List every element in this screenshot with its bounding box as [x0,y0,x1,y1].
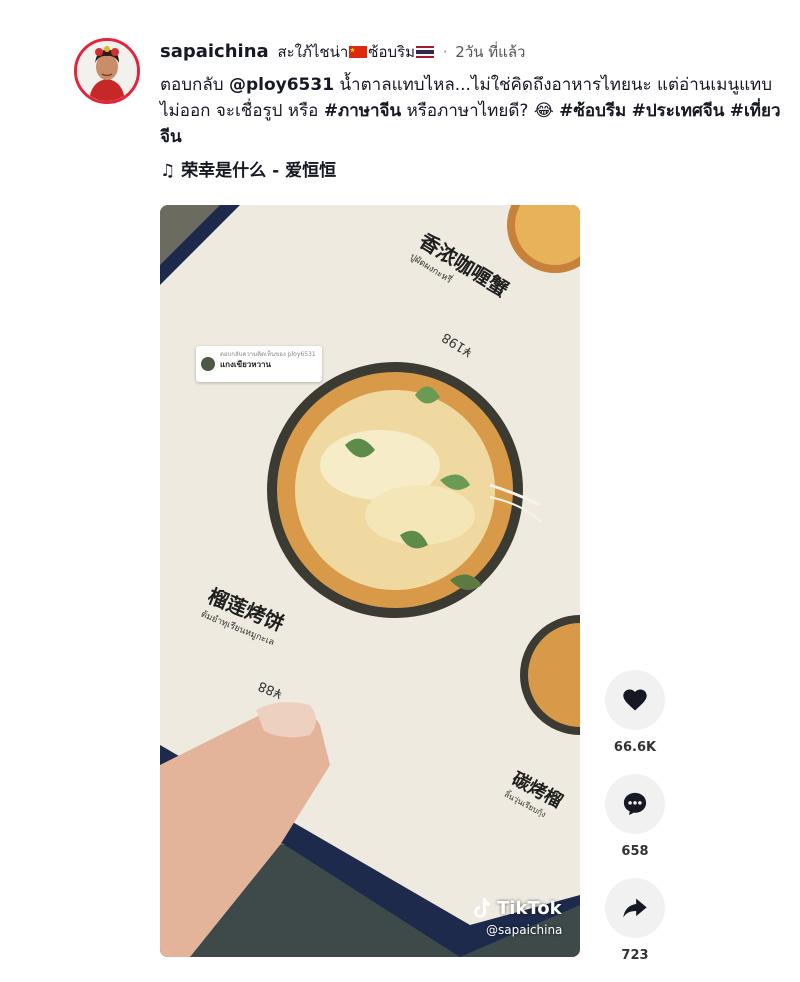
hashtag-link[interactable]: #ประเทศจีน [632,101,725,121]
nickname-prefix: สะใภ้ไชน่า [277,43,349,61]
watermark-handle: @sapaichina [486,923,563,937]
nickname-suffix: ซ้อบริม [368,43,415,61]
reply-sticker-text: แกงเขียวหวาน [220,360,272,369]
laughing-emoji: 😂 [533,101,554,121]
post-meta: sapaichina สะใภ้ไชน่า ซ้อบริม · 2วัน ที่แ… [160,40,790,64]
caption-text-2: หรือภาษาไทยดี? [406,101,529,121]
share-count: 723 [621,948,649,963]
reply-sticker-avatar [201,357,215,371]
music-link[interactable]: ♫ 荣幸是什么 - 爱恒恒 [160,158,790,184]
thailand-flag-icon [415,46,434,58]
video-frame [160,205,580,957]
meta-separator: · [442,43,448,61]
avatar[interactable] [74,38,140,104]
tiktok-watermark: TikTok @sapaichina [472,897,562,937]
post-header: sapaichina สะใภ้ไชน่า ซ้อบริม · 2วัน ที่แ… [160,40,790,184]
caption-reply-prefix: ตอบกลับ [160,75,224,95]
username-link[interactable]: sapaichina [160,41,269,62]
comment-button[interactable] [605,774,665,834]
share-button[interactable] [605,878,665,938]
tiktok-logo: TikTok [472,897,562,919]
reply-comment-sticker: ตอบกลับความคิดเห็นของ ploy6531 แกงเขียวห… [196,346,322,382]
comment-icon [623,792,647,816]
hashtag-link[interactable]: #ซ้อบรีม [559,101,626,121]
like-button[interactable] [605,670,665,730]
like-count: 66.6K [613,740,657,755]
avatar-image [77,41,137,101]
share-arrow-icon [623,898,647,918]
hashtag-link[interactable]: #ภาษาจีน [324,101,401,121]
comment-count: 658 [621,844,649,859]
nickname: สะใภ้ไชน่า ซ้อบริม [277,43,434,61]
heart-icon [623,689,647,711]
music-note-icon: ♫ [160,161,176,181]
china-flag-icon [349,46,368,58]
tiktok-note-icon [474,898,490,918]
music-title: 荣幸是什么 - 爱恒恒 [181,161,337,181]
action-bar: 66.6K 658 723 [605,670,665,982]
caption-mention-link[interactable]: @ploy6531 [229,75,334,95]
post-caption: ตอบกลับ @ploy6531 น้ำตาลแทบไหล...ไม่ใช่ค… [160,72,788,150]
video-player[interactable]: ตอบกลับความคิดเห็นของ ploy6531 แกงเขียวห… [160,205,580,957]
tiktok-brand: TikTok [497,897,562,919]
post-time: 2วัน ที่แล้ว [455,43,526,61]
